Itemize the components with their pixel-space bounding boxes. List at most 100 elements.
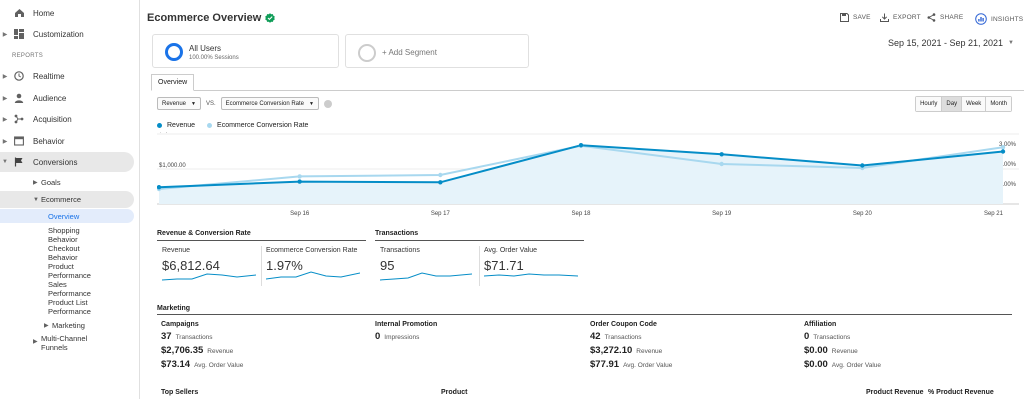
sidebar-item-marketing[interactable]: ▶ Marketing <box>44 321 85 330</box>
reports-section-label: REPORTS <box>12 53 43 59</box>
y-tick-label-left: $2,000.00 <box>159 132 186 134</box>
export-button[interactable]: EXPORT <box>880 13 921 22</box>
chevron-right-icon: ▶ <box>33 339 38 345</box>
marketing-order-coupon-code: Order Coupon Code 42 Transactions $3,272.… <box>590 321 672 370</box>
marketing-label: Transactions <box>604 334 642 341</box>
product-revenue-column-header[interactable]: Product Revenue <box>866 389 924 396</box>
sidebar-item-label: Audience <box>33 93 67 103</box>
sidebar-item-checkout-behavior-2[interactable]: Behavior <box>48 253 78 262</box>
legend-revenue[interactable]: Revenue <box>157 122 195 129</box>
marketing-label: Avg. Order Value <box>831 362 882 369</box>
marketing-line: $2,706.35 Revenue <box>161 345 243 356</box>
metric-select-primary[interactable]: Revenue ▼ <box>157 97 201 110</box>
marketing-col-header[interactable]: Campaigns <box>161 321 243 328</box>
marketing-line: $0.00 Avg. Order Value <box>804 359 881 370</box>
share-button[interactable]: SHARE <box>927 13 963 22</box>
sidebar-item-product-list-performance[interactable]: Product List <box>48 298 88 307</box>
save-button[interactable]: SAVE <box>840 13 871 22</box>
add-segment-button[interactable]: + Add Segment <box>345 34 529 68</box>
help-icon[interactable] <box>323 99 332 108</box>
x-tick-label: Sep 19 <box>712 211 732 217</box>
sidebar-item-goals[interactable]: ▶ Goals <box>33 178 61 187</box>
date-range-label: Sep 15, 2021 - Sep 21, 2021 <box>887 38 1004 48</box>
sidebar-item-behavior[interactable]: ▶ Behavior <box>0 131 134 151</box>
caret-down-icon: ▼ <box>191 100 196 107</box>
main-content: Ecommerce Overview SAVE EXPORT SHARE INS… <box>141 0 1024 399</box>
product-column-header[interactable]: Product <box>441 389 467 396</box>
chevron-right-icon: ▶ <box>2 95 8 102</box>
hourly-button[interactable]: Hourly <box>916 97 942 111</box>
metric-secondary-label: Ecommerce Conversion Rate <box>225 100 305 107</box>
sidebar-item-acquisition[interactable]: ▶ Acquisition <box>0 109 134 129</box>
clock-icon <box>12 70 26 82</box>
day-button[interactable]: Day <box>941 97 962 111</box>
data-point-revenue <box>860 163 865 168</box>
sidebar-item-product-list-performance-2[interactable]: Performance <box>48 307 91 316</box>
segment-all-users[interactable]: All Users 100.00% Sessions <box>152 34 339 68</box>
top-sellers-header[interactable]: Top Sellers <box>161 389 198 396</box>
section-title: Transactions <box>375 230 584 241</box>
sidebar-item-multi-channel-funnels[interactable]: ▶ Multi-Channel Funnels <box>33 334 87 352</box>
conversion-sparkline <box>266 271 360 280</box>
marketing-col-header[interactable]: Order Coupon Code <box>590 321 672 328</box>
chevron-down-icon: ▼ <box>33 196 39 203</box>
marketing-value: $0.00 <box>804 345 828 356</box>
marketing-label: Revenue <box>207 348 234 355</box>
acquisition-icon <box>12 113 26 125</box>
metric-select-secondary[interactable]: Ecommerce Conversion Rate ▼ <box>220 97 319 110</box>
sidebar-item-realtime[interactable]: ▶ Realtime <box>0 66 134 86</box>
add-segment-label: + Add Segment <box>382 48 437 57</box>
legend-conversion-rate[interactable]: Ecommerce Conversion Rate <box>207 122 308 129</box>
x-tick-label: Sep 21 <box>984 211 1004 217</box>
sidebar-item-overview[interactable]: Overview <box>48 212 79 221</box>
pct-product-revenue-column-header[interactable]: % Product Revenue <box>928 389 994 396</box>
transactions-sparkline <box>380 272 472 281</box>
sidebar-item-product-performance-2[interactable]: Performance <box>48 271 91 280</box>
sidebar-item-product-performance[interactable]: Product <box>48 262 74 271</box>
sidebar-item-shopping-behavior[interactable]: Shopping <box>48 226 80 235</box>
x-tick-label: Sep 18 <box>571 211 591 217</box>
dashboard-icon <box>12 28 26 40</box>
revenue-area <box>159 145 1003 204</box>
sidebar-item-conversions[interactable]: ▼ Conversions <box>0 152 134 172</box>
marketing-col-header[interactable]: Internal Promotion <box>375 321 437 328</box>
share-icon <box>927 13 936 22</box>
marketing-line: $3,272.10 Revenue <box>590 345 672 356</box>
marketing-label: Transactions <box>813 334 851 341</box>
sidebar-item-sales-performance[interactable]: Sales <box>48 280 67 289</box>
marketing-internal-promotion: Internal Promotion 0 Impressions <box>375 321 437 342</box>
section-title: Revenue & Conversion Rate <box>157 230 366 241</box>
marketing-col-header[interactable]: Affiliation <box>804 321 881 328</box>
x-tick-label: Sep 16 <box>290 211 310 217</box>
marketing-line: 42 Transactions <box>590 331 672 342</box>
month-button[interactable]: Month <box>985 97 1011 111</box>
sidebar-item-label: Marketing <box>52 321 85 330</box>
sidebar-item-shopping-behavior-2[interactable]: Behavior <box>48 235 78 244</box>
revenue-sparkline <box>162 273 256 281</box>
avg-order-sparkline <box>484 273 578 277</box>
sidebar-item-label: Multi-Channel Funnels <box>41 334 87 352</box>
report-header: Ecommerce Overview SAVE EXPORT SHARE INS… <box>141 0 1024 34</box>
week-button[interactable]: Week <box>961 97 986 111</box>
segment-circle-icon <box>165 43 183 61</box>
sidebar-item-ecommerce[interactable]: ▼ Ecommerce <box>33 195 81 204</box>
transactions-section: Transactions <box>375 230 584 241</box>
divider <box>479 246 480 286</box>
person-icon <box>12 92 26 104</box>
sidebar-item-checkout-behavior[interactable]: Checkout <box>48 244 80 253</box>
caret-down-icon: ▼ <box>1008 40 1014 46</box>
line-chart: $1,000.00$2,000.001.00%2.00%3.00%Sep 16S… <box>157 132 1019 217</box>
sidebar-item-customization[interactable]: ▶ Customization <box>0 24 134 44</box>
metric-label: Transactions <box>380 247 420 254</box>
sidebar-item-home[interactable]: Home <box>0 3 134 23</box>
chart-legend: Revenue Ecommerce Conversion Rate <box>157 122 308 129</box>
data-point-conversion <box>297 174 302 179</box>
sidebar-item-sales-performance-2[interactable]: Performance <box>48 289 91 298</box>
tab-overview[interactable]: Overview <box>151 74 195 91</box>
date-range-picker[interactable]: Sep 15, 2021 - Sep 21, 2021 ▼ <box>888 38 1014 48</box>
sidebar-item-audience[interactable]: ▶ Audience <box>0 88 134 108</box>
insights-button[interactable]: INSIGHTS <box>975 13 1023 25</box>
marketing-label: Avg. Order Value <box>623 362 673 369</box>
marketing-line: 37 Transactions <box>161 331 243 342</box>
data-point-conversion <box>719 161 724 167</box>
